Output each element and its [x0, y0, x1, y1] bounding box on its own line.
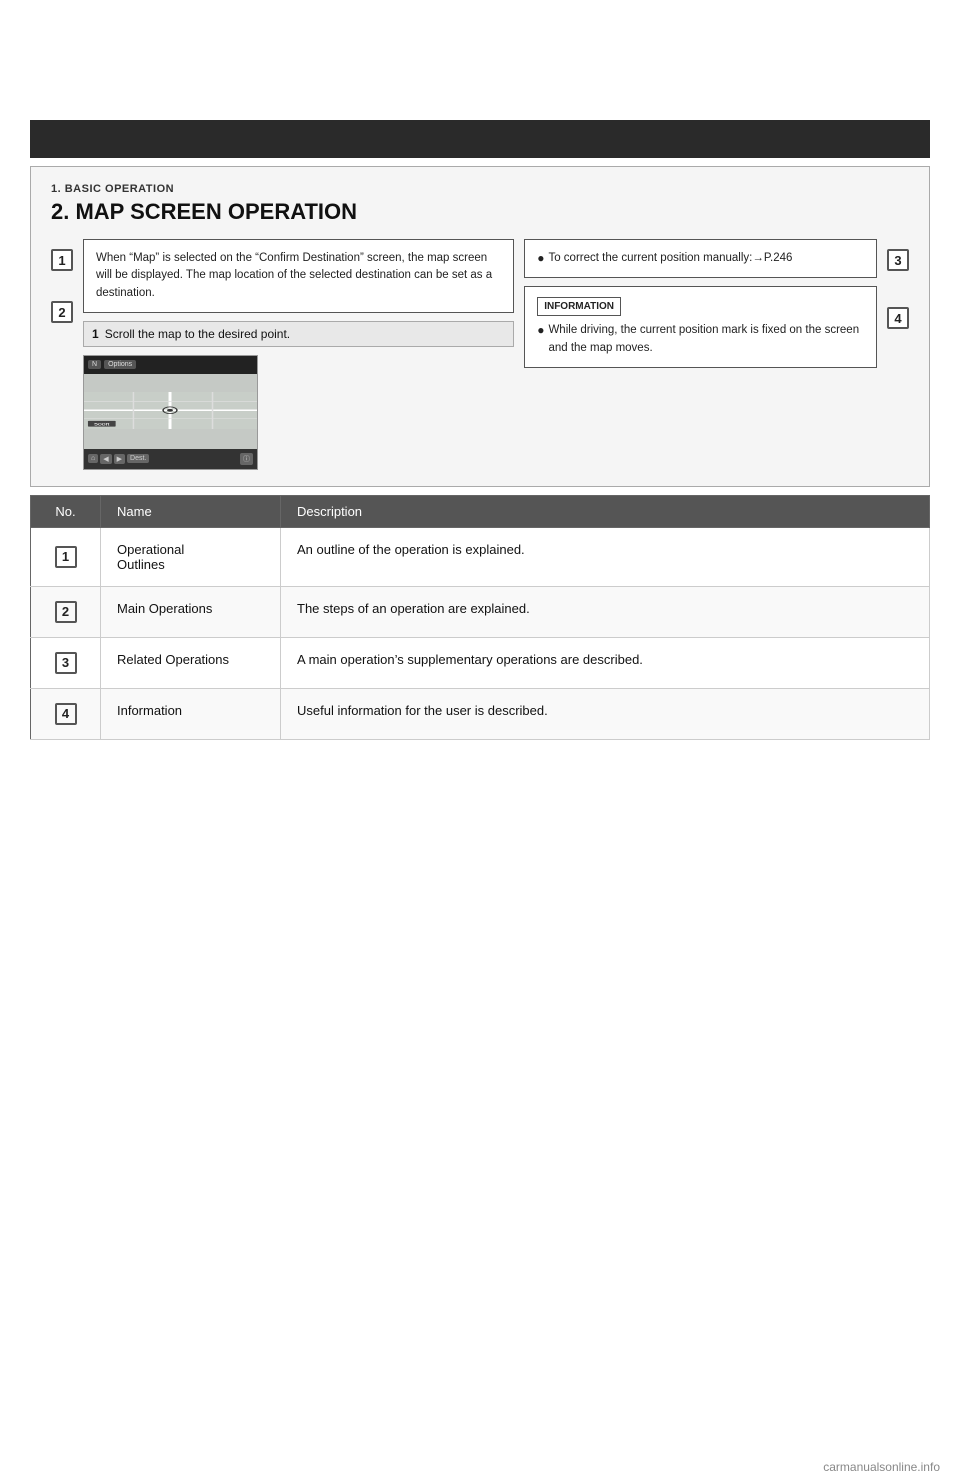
table-cell-name: Related Operations	[101, 637, 281, 688]
main-op-text: Scroll the map to the desired point.	[105, 327, 290, 341]
info-bullet-item: ● While driving, the current position ma…	[537, 322, 864, 357]
table-cell-description: A main operation’s supplementary operati…	[281, 637, 930, 688]
map-n-btn: N	[88, 360, 101, 369]
map-placeholder: N Options	[83, 355, 258, 470]
watermark: carmanualsonline.info	[823, 1460, 940, 1474]
table-num-badge: 4	[55, 703, 77, 725]
top-space	[0, 0, 960, 120]
header-bar	[30, 120, 930, 158]
info-text: While driving, the current position mark…	[548, 322, 864, 357]
map-content: 500ft	[84, 374, 257, 449]
table-cell-num: 1	[31, 527, 101, 586]
map-toolbar-top: N Options	[84, 356, 257, 374]
map-fwd-btn: ▶	[114, 454, 125, 464]
num-badge-1: 1	[51, 249, 73, 271]
table-row: 2 Main OperationsThe steps of an operatio…	[31, 586, 930, 637]
table-row: 1 Operational OutlinesAn outline of the o…	[31, 527, 930, 586]
related-ops-text: To correct the current position manually…	[548, 250, 792, 267]
table-header-row: No. Name Description	[31, 495, 930, 527]
op-outlines-box: When “Map” is selected on the “Confirm D…	[83, 239, 514, 313]
data-table: No. Name Description 1 Operational Outlin…	[30, 495, 930, 740]
diagram-numbers-right: 3 4	[887, 239, 909, 470]
map-back-btn: ◀	[100, 454, 111, 464]
main-op-num: 1	[92, 327, 99, 341]
num-badge-4: 4	[887, 307, 909, 329]
map-toolbar-bottom: ⌂ ◀ ▶ Dest. ⓘ	[84, 449, 257, 469]
table-cell-num: 4	[31, 688, 101, 739]
table-row: 3 Related OperationsA main operation’s su…	[31, 637, 930, 688]
related-ops-box: ● To correct the current position manual…	[524, 239, 877, 278]
footer-space	[0, 740, 960, 1340]
diagram-left-panel: When “Map” is selected on the “Confirm D…	[83, 239, 514, 470]
table-cell-description: Useful information for the user is descr…	[281, 688, 930, 739]
info-bullet-dot: ●	[537, 322, 544, 339]
diagram-inner: 1 2 When “Map” is selected on the “Confi…	[51, 239, 909, 470]
map-home-btn: ⌂	[88, 454, 98, 463]
table-row: 4 InformationUseful information for the u…	[31, 688, 930, 739]
table-cell-name: Main Operations	[101, 586, 281, 637]
map-options-btn: Options	[104, 360, 136, 369]
map-svg: 500ft	[84, 392, 257, 429]
related-ops-bullet-dot: ●	[537, 250, 544, 267]
diagram-section-label: 1. BASIC OPERATION	[51, 183, 909, 195]
svg-text:500ft: 500ft	[94, 423, 110, 427]
table-cell-num: 2	[31, 586, 101, 637]
table-header-no: No.	[31, 495, 101, 527]
main-content: 1. BASIC OPERATION 2. MAP SCREEN OPERATI…	[30, 166, 930, 740]
map-info-btn: ⓘ	[240, 453, 253, 465]
table-cell-num: 3	[31, 637, 101, 688]
diagram-right-panel: ● To correct the current position manual…	[524, 239, 877, 470]
table-num-badge: 2	[55, 601, 77, 623]
table-cell-description: The steps of an operation are explained.	[281, 586, 930, 637]
table-cell-description: An outline of the operation is explained…	[281, 527, 930, 586]
related-ops-bullet-item: ● To correct the current position manual…	[537, 250, 864, 267]
table-num-badge: 3	[55, 652, 77, 674]
table-num-badge: 1	[55, 546, 77, 568]
info-box: INFORMATION ● While driving, the current…	[524, 286, 877, 368]
table-header-name: Name	[101, 495, 281, 527]
diagram-numbers-left: 1 2	[51, 239, 73, 470]
table-cell-name: Information	[101, 688, 281, 739]
table-header-description: Description	[281, 495, 930, 527]
table-cell-name: Operational Outlines	[101, 527, 281, 586]
diagram-container: 1. BASIC OPERATION 2. MAP SCREEN OPERATI…	[30, 166, 930, 487]
map-dest-btn: Dest.	[127, 454, 149, 463]
num-badge-2: 2	[51, 301, 73, 323]
info-label: INFORMATION	[537, 297, 621, 316]
diagram-title: 2. MAP SCREEN OPERATION	[51, 199, 909, 225]
num-badge-3: 3	[887, 249, 909, 271]
main-op-row: 1 Scroll the map to the desired point.	[83, 321, 514, 347]
op-outlines-text: When “Map” is selected on the “Confirm D…	[96, 252, 492, 299]
